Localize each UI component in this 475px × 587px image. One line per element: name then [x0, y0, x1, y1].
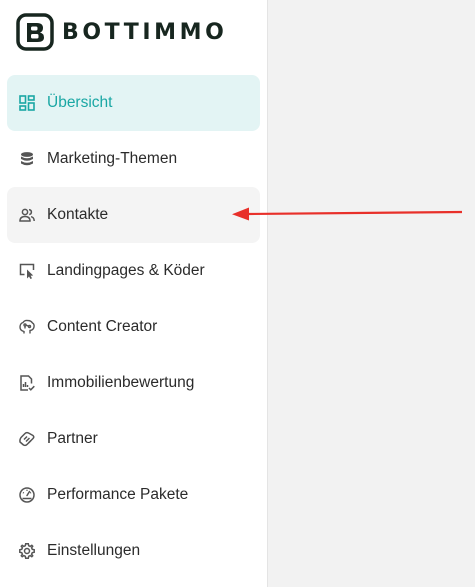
sidebar-item-label: Partner	[47, 430, 98, 447]
sidebar-item-label: Einstellungen	[47, 542, 141, 559]
sidebar: BOTTIMMO Übersicht Marketing-Themen Kont…	[0, 0, 268, 587]
dashboard-icon	[18, 94, 36, 112]
monitor-cursor-icon	[18, 262, 36, 280]
sidebar-item-content-creator[interactable]: Content Creator	[7, 299, 260, 355]
main-content-area	[269, 0, 475, 587]
sidebar-item-label: Performance Pakete	[47, 486, 189, 503]
handshake-icon	[18, 430, 36, 448]
sidebar-item-label: Landingpages & Köder	[47, 262, 205, 279]
sidebar-item-immobilienbewertung[interactable]: Immobilienbewertung	[7, 355, 260, 411]
people-icon	[18, 206, 36, 224]
report-check-icon	[18, 374, 36, 392]
sidebar-item-partner[interactable]: Partner	[7, 411, 260, 467]
sidebar-item-label: Content Creator	[47, 318, 158, 335]
sidebar-item-landingpages[interactable]: Landingpages & Köder	[7, 243, 260, 299]
sidebar-item-performance-pakete[interactable]: Performance Pakete	[7, 467, 260, 523]
sidebar-item-label: Übersicht	[47, 94, 113, 111]
brand-name: BOTTIMMO	[62, 19, 228, 45]
logo-mark-icon	[16, 13, 54, 51]
sidebar-item-label: Marketing-Themen	[47, 150, 178, 167]
sidebar-item-einstellungen[interactable]: Einstellungen	[7, 523, 260, 579]
brand-logo[interactable]: BOTTIMMO	[16, 13, 227, 51]
database-stack-icon	[18, 150, 36, 168]
gear-icon	[18, 542, 36, 560]
sidebar-item-label: Immobilienbewertung	[47, 374, 195, 391]
sidebar-item-marketing-themen[interactable]: Marketing-Themen	[7, 131, 260, 187]
speedometer-icon	[18, 486, 36, 504]
sidebar-item-label: Kontakte	[47, 206, 109, 223]
annotation-arrow-icon	[232, 207, 463, 221]
sidebar-item-kontakte[interactable]: Kontakte	[7, 187, 260, 243]
sidebar-item-uebersicht[interactable]: Übersicht	[7, 75, 260, 131]
brain-icon	[18, 318, 36, 336]
